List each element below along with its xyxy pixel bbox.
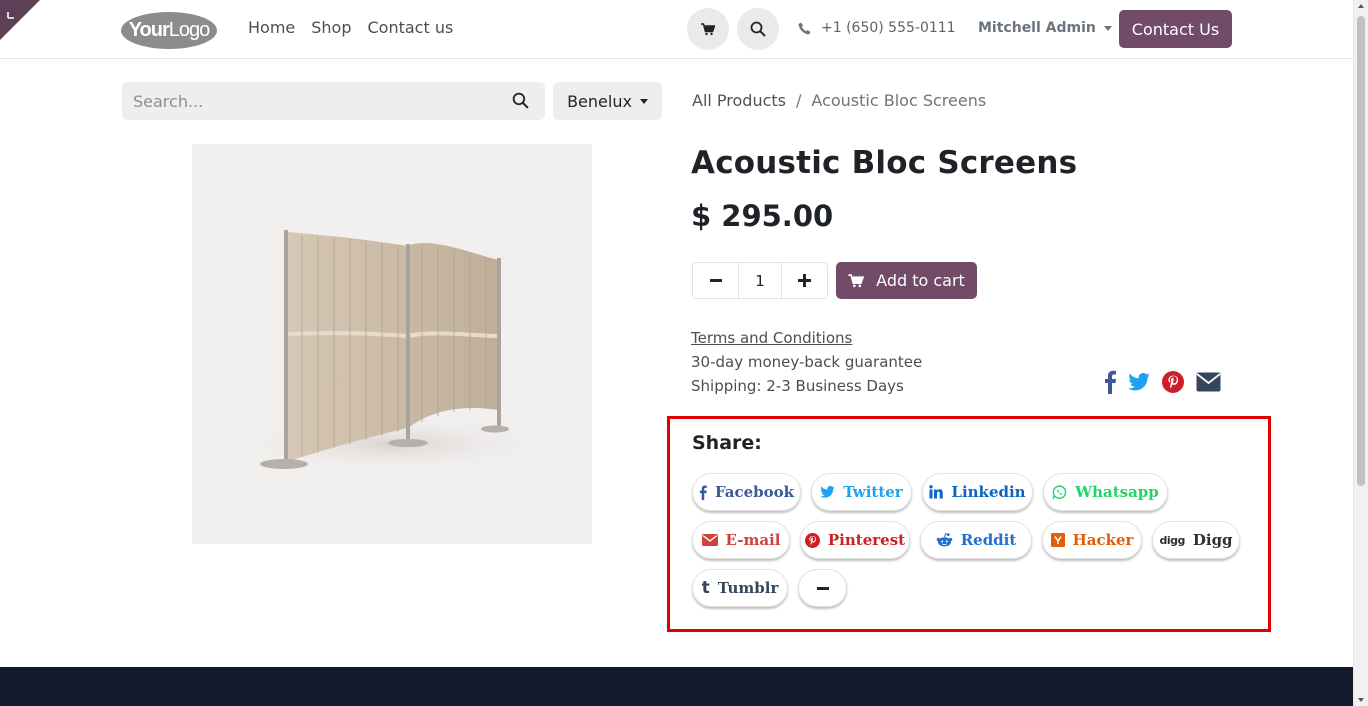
- guarantee-text: 30-day money-back guarantee: [691, 353, 923, 371]
- facebook-icon: [699, 485, 707, 500]
- add-to-cart-button[interactable]: Add to cart: [836, 262, 977, 299]
- add-to-cart-label: Add to cart: [876, 271, 965, 290]
- share-facebook-label: Facebook: [714, 483, 795, 501]
- share-linkedin-label: Linkedin: [951, 483, 1026, 501]
- breadcrumb: All Products / Acoustic Bloc Screens: [692, 91, 986, 110]
- nav-shop[interactable]: Shop: [311, 18, 351, 37]
- envelope-icon[interactable]: [1196, 372, 1221, 392]
- whatsapp-icon: [1052, 484, 1067, 499]
- share-digg-button[interactable]: digg Digg: [1152, 521, 1240, 559]
- digg-icon: digg: [1159, 533, 1185, 547]
- phone-link[interactable]: +1 (650) 555-0111: [798, 20, 956, 36]
- share-hacker-label: Hacker: [1072, 531, 1134, 549]
- share-email-button[interactable]: E-mail: [692, 521, 790, 559]
- twitter-icon: [820, 486, 835, 498]
- page-scrollbar[interactable]: [1353, 0, 1368, 706]
- phone-number: +1 (650) 555-0111: [821, 20, 956, 36]
- cart-icon: [701, 22, 715, 35]
- cart-button[interactable]: [687, 8, 729, 50]
- share-hacker-button[interactable]: Hacker: [1042, 521, 1142, 559]
- twitter-icon[interactable]: [1128, 373, 1150, 391]
- share-icon-row: [1104, 370, 1221, 394]
- linkedin-icon: [929, 485, 944, 499]
- share-whatsapp-label: Whatsapp: [1075, 483, 1159, 501]
- share-twitter-label: Twitter: [843, 483, 903, 501]
- breadcrumb-all-products[interactable]: All Products: [692, 91, 786, 110]
- chevron-down-icon: [1103, 25, 1112, 31]
- nav-contact-us[interactable]: Contact us: [368, 18, 454, 37]
- tumblr-icon: t: [701, 578, 710, 598]
- share-label: Share:: [692, 432, 762, 454]
- breadcrumb-current: Acoustic Bloc Screens: [811, 91, 987, 110]
- search-icon: [750, 21, 766, 37]
- reddit-icon: [936, 533, 952, 547]
- quantity-decrease-button[interactable]: [693, 263, 738, 298]
- user-name: Mitchell Admin: [978, 20, 1096, 36]
- share-twitter-button[interactable]: Twitter: [811, 473, 912, 511]
- quantity-stepper: 1: [692, 262, 828, 299]
- site-logo[interactable]: Your Logo: [121, 12, 217, 49]
- nav-home[interactable]: Home: [248, 18, 295, 37]
- user-menu[interactable]: Mitchell Admin: [978, 20, 1112, 36]
- scroll-down-arrow[interactable]: [1358, 698, 1364, 702]
- share-email-label: E-mail: [725, 531, 781, 549]
- chevron-down-icon: [639, 98, 648, 104]
- share-pinterest-label: Pinterest: [827, 531, 906, 549]
- share-reddit-label: Reddit: [960, 531, 1017, 549]
- scroll-up-arrow[interactable]: [1358, 4, 1364, 8]
- product-search: Search...: [122, 82, 545, 120]
- minus-icon: [816, 586, 829, 590]
- edit-corner-toggle[interactable]: [0, 0, 40, 40]
- pinterest-icon[interactable]: [1162, 371, 1184, 393]
- search-icon: [512, 92, 529, 109]
- envelope-icon: [701, 534, 718, 546]
- product-title: Acoustic Bloc Screens: [691, 145, 1078, 181]
- terms-link[interactable]: Terms and Conditions: [691, 326, 922, 350]
- facebook-icon[interactable]: [1104, 370, 1116, 394]
- hacker-news-icon: [1050, 533, 1065, 547]
- cart-icon: [848, 273, 865, 287]
- quantity-increase-button[interactable]: [782, 263, 827, 298]
- contact-us-button[interactable]: Contact Us: [1119, 10, 1232, 48]
- quantity-input[interactable]: 1: [738, 263, 782, 298]
- shipping-text: Shipping: 2-3 Business Days: [691, 377, 904, 395]
- share-whatsapp-button[interactable]: Whatsapp: [1043, 473, 1168, 511]
- search-toggle-button[interactable]: [737, 8, 779, 50]
- breadcrumb-separator: /: [796, 91, 802, 110]
- share-reddit-button[interactable]: Reddit: [920, 521, 1032, 559]
- search-submit-button[interactable]: [512, 92, 529, 113]
- share-linkedin-button[interactable]: Linkedin: [922, 473, 1033, 511]
- share-digg-label: Digg: [1192, 531, 1233, 549]
- share-tumblr-button[interactable]: t Tumblr: [692, 569, 788, 607]
- phone-icon: [798, 22, 811, 34]
- site-footer: [0, 667, 1353, 706]
- share-tumblr-label: Tumblr: [717, 579, 779, 597]
- product-terms: Terms and Conditions 30-day money-back g…: [691, 326, 922, 398]
- scrollbar-thumb[interactable]: [1357, 16, 1365, 486]
- pinterest-icon: [804, 532, 820, 548]
- pricelist-dropdown[interactable]: Benelux: [553, 82, 662, 120]
- plus-icon: [798, 274, 811, 287]
- product-price: $ 295.00: [691, 199, 834, 233]
- product-image[interactable]: [192, 144, 592, 544]
- share-pinterest-button[interactable]: Pinterest: [800, 521, 910, 559]
- pricelist-value: Benelux: [567, 91, 632, 111]
- share-collapse-button[interactable]: [798, 569, 847, 607]
- minus-icon: [709, 279, 722, 282]
- search-input[interactable]: Search...: [133, 92, 203, 111]
- site-header: Your Logo Home Shop Contact us +1 (650) 5…: [0, 0, 1353, 59]
- share-facebook-button[interactable]: Facebook: [692, 473, 801, 511]
- main-nav: Home Shop Contact us: [248, 18, 453, 37]
